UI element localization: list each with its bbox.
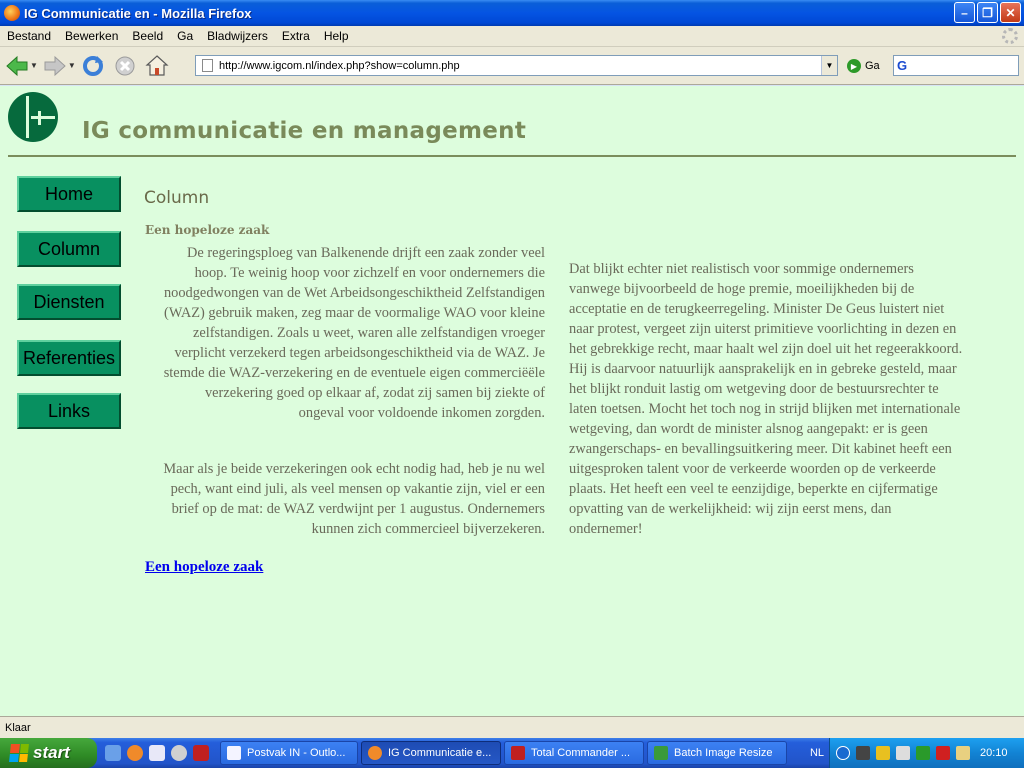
forward-button[interactable]	[42, 53, 68, 79]
nav-referenties-button[interactable]: Referenties	[17, 340, 121, 376]
batch-image-resize-icon	[654, 746, 668, 760]
reload-button[interactable]	[80, 53, 106, 79]
language-label: NL	[809, 747, 824, 759]
search-input[interactable]: G	[893, 55, 1019, 76]
system-tray: 20:10	[829, 738, 1024, 768]
window-controls: – ❐ ✕	[954, 2, 1021, 23]
menu-ga[interactable]: Ga	[170, 29, 200, 43]
article-title: Een hopeloze zaak	[145, 223, 270, 237]
article-link[interactable]: Een hopeloze zaak	[145, 559, 263, 576]
task-label: IG Communicatie e...	[388, 747, 492, 759]
article-paragraph: De regeringsploeg van Balkenende drijft …	[163, 245, 545, 421]
status-text: Klaar	[5, 721, 31, 734]
task-total-commander[interactable]: Total Commander ...	[504, 741, 644, 765]
clock: 20:10	[980, 747, 1008, 759]
address-bar[interactable]: http://www.igcom.nl/index.php?show=colum…	[195, 55, 838, 76]
home-button[interactable]	[144, 53, 170, 79]
back-history-caret-icon[interactable]: ▼	[30, 61, 38, 70]
nav-column-button[interactable]: Column	[17, 231, 121, 267]
go-arrow-icon: ▶	[847, 59, 861, 73]
total-commander-quicklaunch-icon[interactable]	[193, 745, 209, 761]
outlook-quicklaunch-icon[interactable]	[149, 745, 165, 761]
window-titlebar[interactable]: IG Communicatie en - Mozilla Firefox – ❐…	[0, 0, 1024, 26]
window-title: IG Communicatie en - Mozilla Firefox	[24, 5, 252, 21]
task-label: Postvak IN - Outlo...	[247, 747, 346, 759]
page-content: IG communicatie en management Home Colum…	[0, 86, 1024, 716]
menu-bar: Bestand Bewerken Beeld Ga Bladwijzers Ex…	[0, 26, 1024, 47]
task-firefox[interactable]: IG Communicatie e...	[361, 741, 501, 765]
task-outlook[interactable]: Postvak IN - Outlo...	[220, 741, 358, 765]
go-button[interactable]: ▶ Ga	[847, 59, 880, 73]
forward-history-caret-icon[interactable]: ▼	[68, 61, 76, 70]
nav-links-button[interactable]: Links	[17, 393, 121, 429]
stop-icon	[115, 56, 135, 75]
ati-tray-icon[interactable]	[936, 746, 950, 760]
throbber-icon	[1002, 28, 1018, 44]
go-label: Ga	[865, 60, 880, 72]
media-player-icon[interactable]	[171, 745, 187, 761]
menu-help[interactable]: Help	[317, 29, 356, 43]
article-paragraph: Maar als je beide verzekeringen ook echt…	[163, 461, 545, 537]
firefox-icon	[4, 5, 20, 21]
language-indicator[interactable]: NL	[810, 738, 824, 768]
menu-extra[interactable]: Extra	[275, 29, 317, 43]
stop-button[interactable]	[112, 53, 138, 79]
start-button[interactable]: start	[0, 738, 97, 768]
page-icon	[202, 59, 213, 72]
back-button[interactable]	[4, 53, 30, 79]
tray-expand-icon[interactable]	[836, 746, 850, 760]
menu-bestand[interactable]: Bestand	[0, 29, 58, 43]
section-heading: Column	[144, 188, 210, 208]
reload-icon	[82, 55, 103, 76]
folder-tray-icon[interactable]	[956, 746, 970, 760]
show-desktop-icon[interactable]	[105, 745, 121, 761]
safely-remove-tray-icon[interactable]	[876, 746, 890, 760]
windows-logo-icon	[9, 744, 29, 762]
menu-bewerken[interactable]: Bewerken	[58, 29, 125, 43]
quick-launch	[97, 745, 217, 761]
network-tray-icon[interactable]	[916, 746, 930, 760]
nav-diensten-button[interactable]: Diensten	[17, 284, 121, 320]
total-commander-icon	[511, 746, 525, 760]
site-title: IG communicatie en management	[82, 118, 527, 144]
camera-tray-icon[interactable]	[856, 746, 870, 760]
task-label: Batch Image Resize	[674, 747, 773, 759]
url-history-dropdown-icon[interactable]: ▼	[821, 56, 837, 75]
status-bar: Klaar	[0, 716, 1024, 738]
maximize-button[interactable]: ❐	[977, 2, 998, 23]
task-label: Total Commander ...	[531, 747, 631, 759]
task-batch-image-resize[interactable]: Batch Image Resize	[647, 741, 787, 765]
url-input[interactable]: http://www.igcom.nl/index.php?show=colum…	[219, 60, 821, 72]
home-icon	[145, 54, 169, 76]
back-arrow-icon	[6, 55, 28, 76]
forward-arrow-icon	[44, 55, 66, 76]
start-label: start	[33, 743, 70, 762]
firefox-icon	[368, 746, 382, 760]
article-paragraph: Dat blijkt echter niet realistisch voor …	[569, 261, 963, 537]
pen-tray-icon[interactable]	[896, 746, 910, 760]
menu-beeld[interactable]: Beeld	[125, 29, 170, 43]
nav-home-button[interactable]: Home	[17, 176, 121, 212]
minimize-button[interactable]: –	[954, 2, 975, 23]
taskbar: start Postvak IN - Outlo... IG Communica…	[0, 738, 1024, 768]
close-button[interactable]: ✕	[1000, 2, 1021, 23]
menu-bladwijzers[interactable]: Bladwijzers	[200, 29, 275, 43]
google-icon[interactable]: G	[897, 58, 907, 73]
navigation-toolbar: ▼ ▼ http://www.igcom.nl/index.php?show=c…	[0, 47, 1024, 85]
firefox-quicklaunch-icon[interactable]	[127, 745, 143, 761]
ig-logo	[8, 92, 58, 142]
outlook-icon	[227, 746, 241, 760]
header-divider	[8, 155, 1016, 157]
